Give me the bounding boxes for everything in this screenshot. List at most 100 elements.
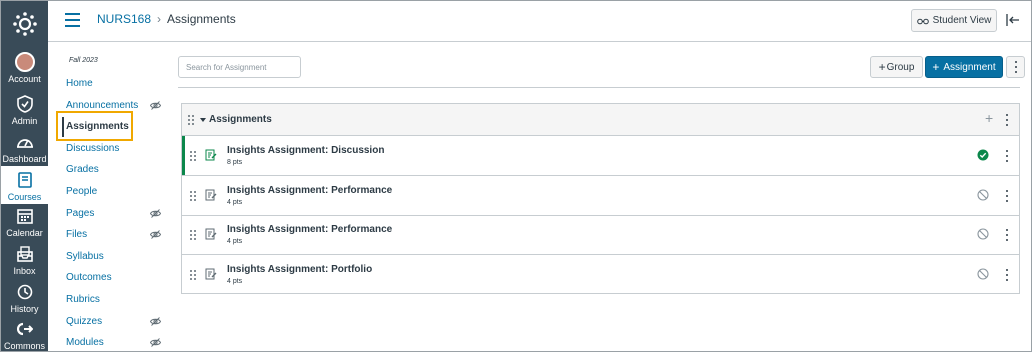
settings-kebab-button[interactable]	[1006, 56, 1025, 78]
avatar	[14, 52, 35, 72]
global-nav-account[interactable]: Account	[1, 52, 48, 90]
course-nav-item-pages[interactable]: Pages	[66, 208, 161, 219]
assignment-icon	[205, 268, 217, 279]
course-nav-label: Assignments	[66, 121, 129, 133]
assignment-kebab-icon[interactable]	[1005, 229, 1009, 241]
course-nav-item-modules[interactable]: Modules	[66, 337, 161, 348]
assignment-title[interactable]: Insights Assignment: Discussion	[227, 145, 384, 156]
drag-handle-icon[interactable]	[188, 115, 194, 125]
published-check-icon[interactable]	[977, 149, 989, 161]
assignment-icon	[205, 189, 217, 200]
assignment-kebab-icon[interactable]	[1005, 189, 1009, 202]
course-nav-label: Quizzes	[66, 315, 103, 327]
commons-icon	[15, 319, 35, 339]
global-nav-admin[interactable]: Admin	[1, 94, 48, 132]
canvas-logo[interactable]	[1, 1, 48, 47]
assignment-group-header[interactable]: Assignments +	[182, 104, 1019, 136]
course-nav-label: Home	[66, 78, 93, 89]
course-nav-item-announcements[interactable]: Announcements	[66, 100, 161, 111]
student-view-button[interactable]: Student View	[911, 9, 997, 32]
add-to-group-plus-icon[interactable]: +	[985, 110, 993, 126]
global-nav-label: History	[10, 304, 39, 314]
course-nav-label: Files	[66, 229, 88, 241]
assignment-row[interactable]: Insights Assignment: Performance 4 pts	[182, 176, 1019, 216]
global-nav-calendar[interactable]: Calendar	[1, 206, 48, 244]
student-view-label: Student View	[932, 15, 992, 26]
course-nav-label: People	[66, 186, 98, 197]
course-nav-item-grades[interactable]: Grades	[66, 164, 161, 175]
group-button-label: Group	[886, 61, 915, 73]
assignment-group: Assignments + Insights Assignment: Discu…	[181, 103, 1020, 294]
assignment-kebab-icon[interactable]	[1005, 268, 1009, 281]
course-nav-label: Syllabus	[66, 250, 104, 262]
assignment-row[interactable]: Insights Assignment: Discussion 8 pts	[182, 136, 1019, 176]
course-nav-item-rubrics[interactable]: Rubrics	[66, 294, 161, 305]
assignment-group-title: Assignments	[209, 114, 272, 125]
course-nav-label: Rubrics	[66, 294, 100, 305]
breadcrumb-current: Assignments	[167, 12, 236, 26]
course-nav-item-outcomes[interactable]: Outcomes	[66, 272, 161, 283]
shield-icon	[15, 94, 35, 114]
page-header: NURS168 › Assignments Student View	[48, 1, 1031, 42]
add-assignment-button[interactable]: + Assignment	[925, 56, 1003, 78]
kebab-icon	[1014, 61, 1018, 73]
hidden-eye-icon	[150, 100, 161, 110]
breadcrumb-course-link[interactable]: NURS168	[97, 12, 151, 26]
drag-handle-icon[interactable]	[190, 269, 196, 280]
assignment-title[interactable]: Insights Assignment: Performance	[227, 185, 392, 196]
drag-handle-icon[interactable]	[190, 151, 196, 161]
assignment-kebab-icon[interactable]	[1005, 150, 1009, 162]
global-nav-history[interactable]: History	[1, 282, 48, 320]
global-nav-label: Calendar	[6, 228, 43, 238]
clock-icon	[15, 282, 35, 302]
hamburger-menu-icon[interactable]	[65, 13, 80, 27]
course-nav-label: Announcements	[66, 99, 139, 111]
course-nav-label: Outcomes	[66, 272, 112, 284]
breadcrumb: NURS168 › Assignments	[97, 12, 236, 26]
active-indicator	[62, 117, 64, 137]
global-nav-dashboard[interactable]: Dashboard	[1, 132, 48, 170]
course-nav-item-discussions[interactable]: Discussions	[66, 143, 161, 154]
group-kebab-icon[interactable]	[1005, 114, 1009, 126]
courses-icon	[15, 170, 35, 190]
assignment-row[interactable]: Insights Assignment: Portfolio 4 pts	[182, 255, 1019, 295]
inbox-icon	[15, 244, 35, 264]
course-nav-label: Modules	[66, 337, 104, 349]
global-nav-courses[interactable]: Courses	[1, 166, 48, 204]
drag-handle-icon[interactable]	[190, 190, 196, 201]
plus-icon: +	[878, 60, 886, 74]
search-input[interactable]: Search for Assignment	[178, 56, 301, 78]
term-label: Fall 2023	[69, 57, 98, 64]
unpublished-icon[interactable]	[977, 228, 989, 240]
course-nav-item-quizzes[interactable]: Quizzes	[66, 316, 161, 327]
unpublished-icon[interactable]	[977, 188, 989, 201]
course-nav-item-syllabus[interactable]: Syllabus	[66, 251, 161, 262]
course-nav-label: Discussions	[66, 142, 120, 154]
global-nav-label: Admin	[11, 116, 38, 126]
collapse-caret-icon[interactable]	[200, 118, 206, 122]
assignment-title[interactable]: Insights Assignment: Portfolio	[227, 264, 372, 275]
drag-handle-icon[interactable]	[190, 230, 196, 240]
course-nav-label: Grades	[66, 164, 99, 176]
course-nav-item-people[interactable]: People	[66, 186, 161, 197]
assignment-points: 4 pts	[227, 238, 243, 245]
course-nav-item-files[interactable]: Files	[66, 229, 161, 240]
global-nav-label: Account	[8, 74, 41, 84]
assignment-points: 8 pts	[227, 159, 243, 166]
toolbar-divider	[178, 87, 1020, 88]
assignment-row[interactable]: Insights Assignment: Performance 4 pts	[182, 215, 1019, 255]
dashboard-icon	[15, 132, 35, 152]
add-group-button[interactable]: + Group	[870, 56, 923, 78]
course-nav-item-home[interactable]: Home	[66, 78, 161, 89]
unpublished-icon[interactable]	[977, 267, 989, 280]
global-nav: Account Admin Dashboard Courses Calendar	[1, 1, 48, 351]
global-nav-inbox[interactable]: Inbox	[1, 244, 48, 282]
collapse-sidebar-icon[interactable]	[1005, 12, 1021, 28]
global-nav-commons[interactable]: Commons	[1, 319, 48, 351]
global-nav-label: Inbox	[13, 266, 36, 276]
assignment-points: 4 pts	[227, 277, 243, 285]
hidden-eye-icon	[150, 338, 161, 348]
assignment-title[interactable]: Insights Assignment: Performance	[227, 224, 392, 235]
course-nav-item-assignments[interactable]: Assignments	[66, 121, 161, 132]
course-nav-label: Pages	[66, 207, 95, 219]
